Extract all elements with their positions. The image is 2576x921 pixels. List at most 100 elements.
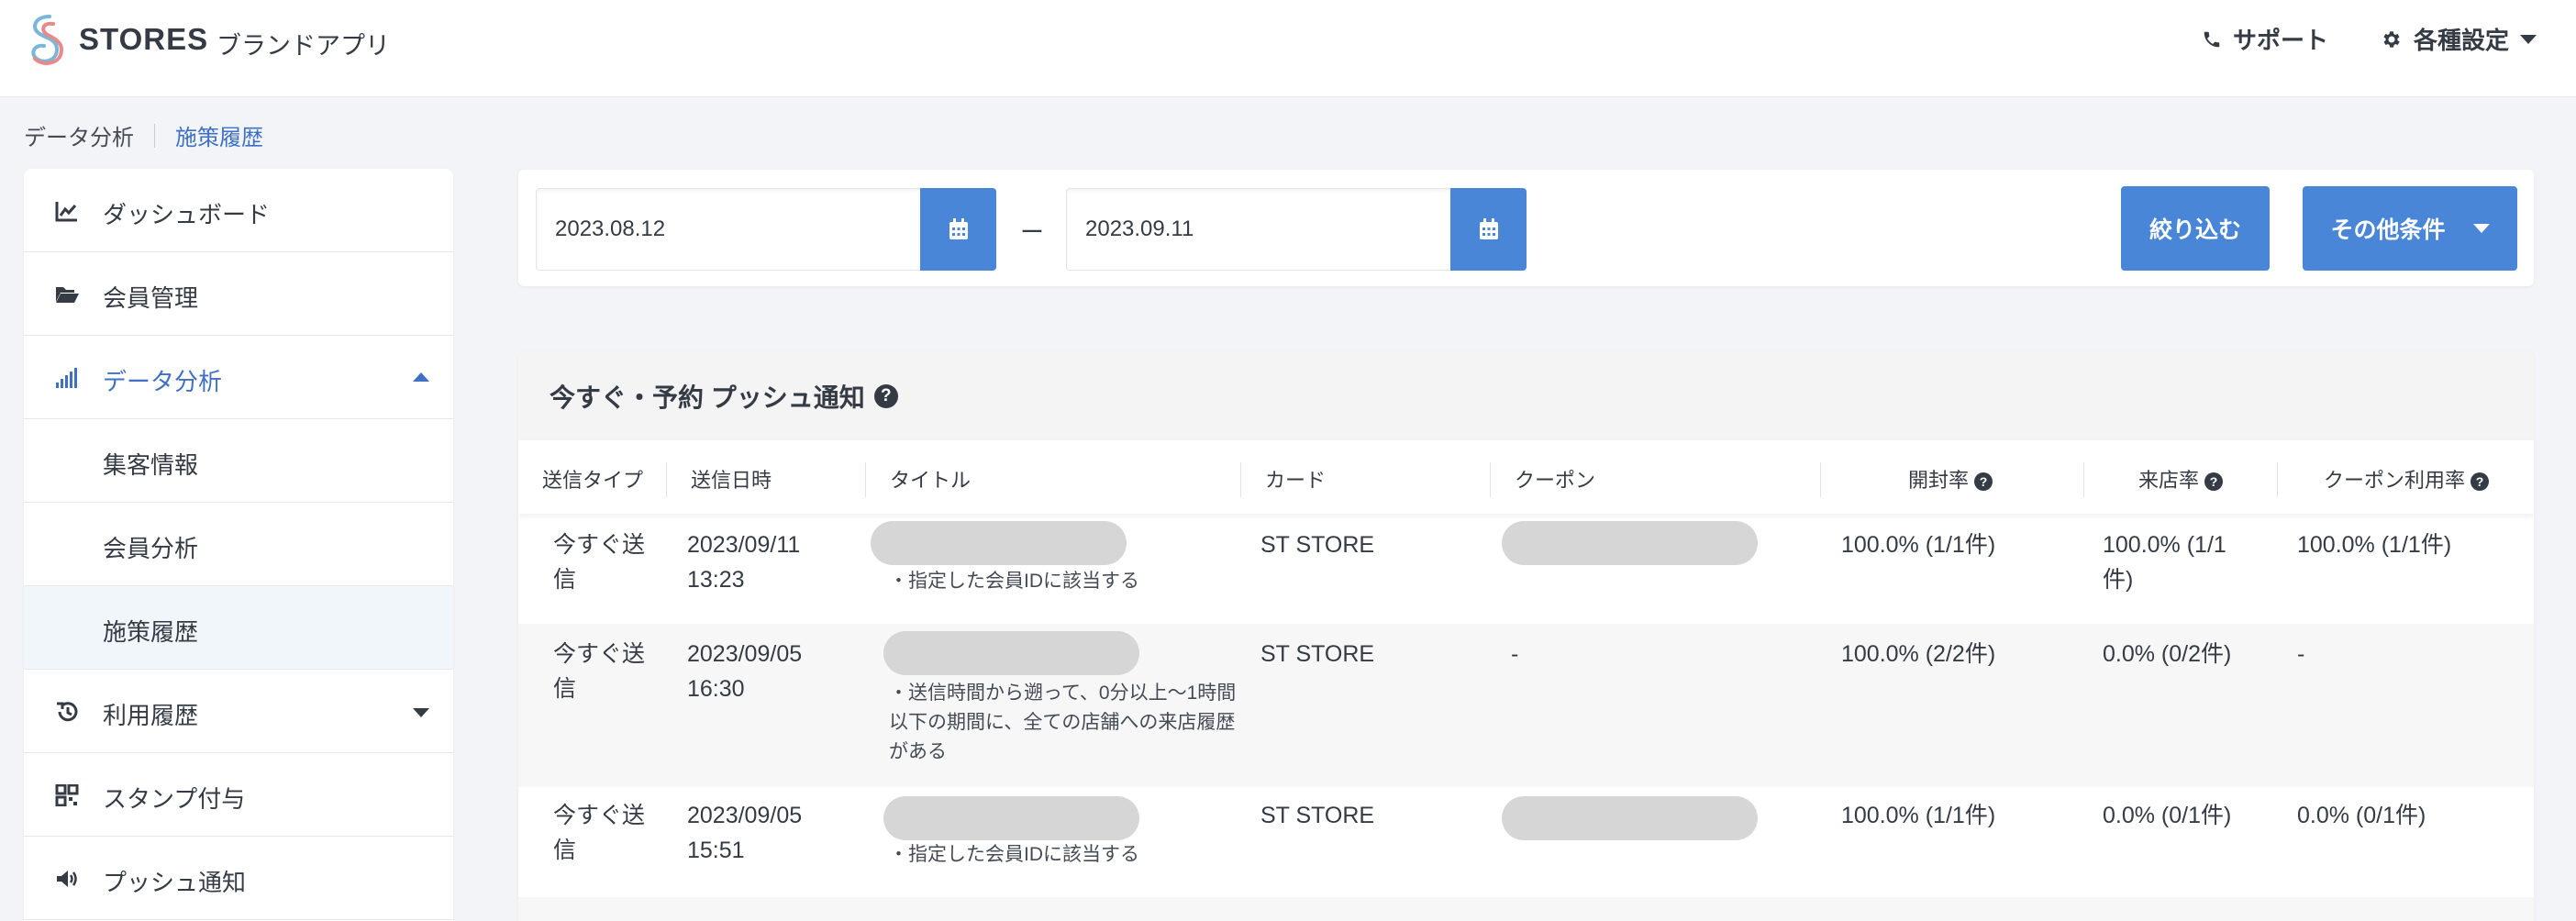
support-label: サポート	[2233, 27, 2329, 54]
sidebar-item-members[interactable]: 会員管理	[24, 252, 453, 336]
chevron-down-icon	[413, 708, 429, 717]
table-row[interactable]: 今すぐ送信 2023/09/11 13:23 ・指定した会員IDに該当する ST…	[518, 514, 2534, 624]
sidebar-item-data-analysis[interactable]: データ分析	[24, 336, 453, 419]
column-header-coupon[interactable]: クーポン	[1515, 464, 1595, 494]
settings-label: 各種設定	[2414, 27, 2510, 54]
cell-open-rate: 100.0% (1/1件)	[1841, 803, 1996, 828]
redacted-title	[871, 521, 1127, 565]
date-from-input[interactable]: 2023.08.12	[536, 188, 923, 271]
cell-card: ST STORE	[1260, 803, 1375, 828]
date-to-calendar-button[interactable]	[1450, 188, 1527, 271]
card-header: 今すぐ・予約 プッシュ通知 ?	[518, 352, 2534, 440]
sidebar-item-push[interactable]: プッシュ通知	[24, 837, 453, 920]
column-divider	[2277, 462, 2278, 497]
sidebar-item-label: 会員分析	[103, 535, 199, 562]
cell-card: ST STORE	[1260, 641, 1375, 667]
sidebar-item-label: プッシュ通知	[103, 869, 247, 896]
sidebar: ダッシュボード 会員管理 データ分析 集客情報 会員分析 施策履歴 利用履歴 ス…	[24, 169, 453, 921]
settings-menu[interactable]: 各種設定	[2381, 22, 2537, 56]
cell-title-condition: ・指定した会員IDに該当する	[889, 844, 1139, 865]
cell-coupon-rate: 0.0% (0/1件)	[2297, 803, 2426, 828]
column-header-visit-rate-label: 来店率	[2138, 469, 2200, 492]
signal-bars-icon	[56, 368, 77, 388]
breadcrumb-divider	[154, 123, 155, 148]
table-row[interactable]: 今すぐ送信 2023/09/05 16:30 ・送信時間から遡って、0分以上〜1…	[518, 624, 2534, 787]
cell-send-type: 今すぐ送信	[553, 803, 646, 863]
sidebar-item-dashboard[interactable]: ダッシュボード	[24, 169, 453, 252]
redacted-coupon	[1502, 796, 1758, 840]
table-row[interactable]: 今すぐ送信 2023/09/05 15:51 ・指定した会員IDに該当する ST…	[518, 787, 2534, 897]
cell-title-condition: ・指定した会員IDに該当する	[889, 571, 1139, 592]
cell-visit-rate: 100.0% (1/1件)	[2103, 532, 2226, 593]
cell-send-date: 2023/09/05	[687, 641, 803, 667]
column-divider	[1490, 462, 1491, 497]
gear-icon	[2383, 30, 2400, 48]
cell-card: ST STORE	[1260, 532, 1375, 558]
cell-coupon: -	[1511, 641, 1519, 667]
cell-send-datetime: 2023/09/05 16:30	[687, 637, 802, 706]
column-header-open-rate[interactable]: 開封率?	[1908, 464, 1993, 494]
chevron-down-icon	[2520, 34, 2537, 44]
column-divider	[865, 462, 866, 497]
folder-open-icon	[56, 287, 79, 303]
cell-title-condition: ・送信時間から遡って、0分以上〜1時間以下の期間に、全ての店舗への来店履歴がある	[889, 682, 1237, 762]
chevron-down-icon	[2472, 224, 2490, 233]
cell-send-datetime: 2023/09/05 15:51	[687, 798, 802, 868]
table-header-row: 送信タイプ 送信日時 タイトル カード クーポン 開封率? 来店率? クーポン利…	[518, 440, 2534, 514]
column-header-date[interactable]: 送信日時	[691, 464, 772, 494]
table-row	[518, 897, 2534, 921]
stores-logo-icon[interactable]	[22, 11, 73, 70]
filter-button[interactable]: 絞り込む	[2121, 186, 2270, 271]
sidebar-item-label: 集客情報	[103, 451, 199, 479]
sidebar-item-label: 施策履歴	[103, 618, 199, 646]
sidebar-item-label: ダッシュボード	[103, 201, 271, 228]
column-divider	[1820, 462, 1821, 497]
cell-coupon-rate: 100.0% (1/1件)	[2297, 532, 2452, 558]
column-header-title[interactable]: タイトル	[890, 464, 971, 494]
date-from-calendar-button[interactable]	[920, 188, 996, 271]
cell-open-rate: 100.0% (2/2件)	[1841, 641, 1996, 667]
sidebar-item-stamp[interactable]: スタンプ付与	[24, 753, 453, 837]
help-icon[interactable]: ?	[873, 384, 898, 408]
history-icon	[57, 702, 78, 722]
date-to-input[interactable]: 2023.09.11	[1066, 188, 1453, 271]
redacted-title	[883, 796, 1139, 840]
column-header-visit-rate[interactable]: 来店率?	[2138, 464, 2224, 494]
cell-visit-rate: 0.0% (0/2件)	[2103, 641, 2232, 667]
breadcrumb: データ分析 施策履歴	[24, 119, 263, 151]
card-title: 今すぐ・予約 プッシュ通知 ?	[550, 378, 898, 415]
breadcrumb-parent[interactable]: データ分析	[24, 119, 134, 151]
column-divider	[1240, 462, 1241, 497]
filter-bar: 2023.08.12 ー 2023.09.11 絞り込む その他条件	[518, 170, 2534, 286]
column-header-card[interactable]: カード	[1265, 464, 1326, 494]
cell-send-time: 15:51	[687, 838, 745, 863]
chevron-up-icon	[413, 372, 429, 382]
help-icon[interactable]: ?	[2204, 472, 2224, 491]
push-notification-table-card: 今すぐ・予約 プッシュ通知 ? 送信タイプ 送信日時 タイトル カード クーポン…	[518, 352, 2534, 921]
card-title-text: 今すぐ・予約 プッシュ通知	[550, 383, 865, 412]
help-icon[interactable]: ?	[1974, 472, 1993, 491]
help-icon[interactable]: ?	[2471, 472, 2490, 491]
column-divider	[666, 462, 667, 497]
column-header-coupon-rate-label: クーポン利用率	[2324, 469, 2466, 492]
more-conditions-label: その他条件	[2330, 217, 2446, 243]
cell-send-datetime: 2023/09/11 13:23	[687, 527, 800, 597]
sidebar-item-label: データ分析	[103, 368, 223, 395]
cell-send-time: 16:30	[687, 676, 745, 702]
sidebar-subitem-acquisition[interactable]: 集客情報	[24, 419, 453, 503]
cell-send-time: 13:23	[687, 567, 745, 593]
cell-send-date: 2023/09/11	[687, 532, 801, 558]
sidebar-subitem-member-analysis[interactable]: 会員分析	[24, 503, 453, 586]
sidebar-item-usage-history[interactable]: 利用履歴	[24, 670, 453, 753]
column-header-coupon-rate[interactable]: クーポン利用率?	[2324, 464, 2490, 494]
brand-subtitle: ブランドアプリ	[217, 32, 390, 60]
breadcrumb-current: 施策履歴	[175, 126, 263, 150]
sidebar-subitem-campaign-history[interactable]: 施策履歴	[24, 586, 453, 670]
brand-name[interactable]: STORES	[79, 22, 208, 57]
more-conditions-button[interactable]: その他条件	[2303, 186, 2517, 271]
support-link[interactable]: サポート	[2202, 22, 2328, 56]
column-header-type[interactable]: 送信タイプ	[542, 464, 643, 494]
cell-open-rate: 100.0% (1/1件)	[1841, 532, 1996, 558]
sidebar-item-label: 利用履歴	[103, 702, 199, 729]
cell-visit-rate: 0.0% (0/1件)	[2103, 803, 2232, 828]
